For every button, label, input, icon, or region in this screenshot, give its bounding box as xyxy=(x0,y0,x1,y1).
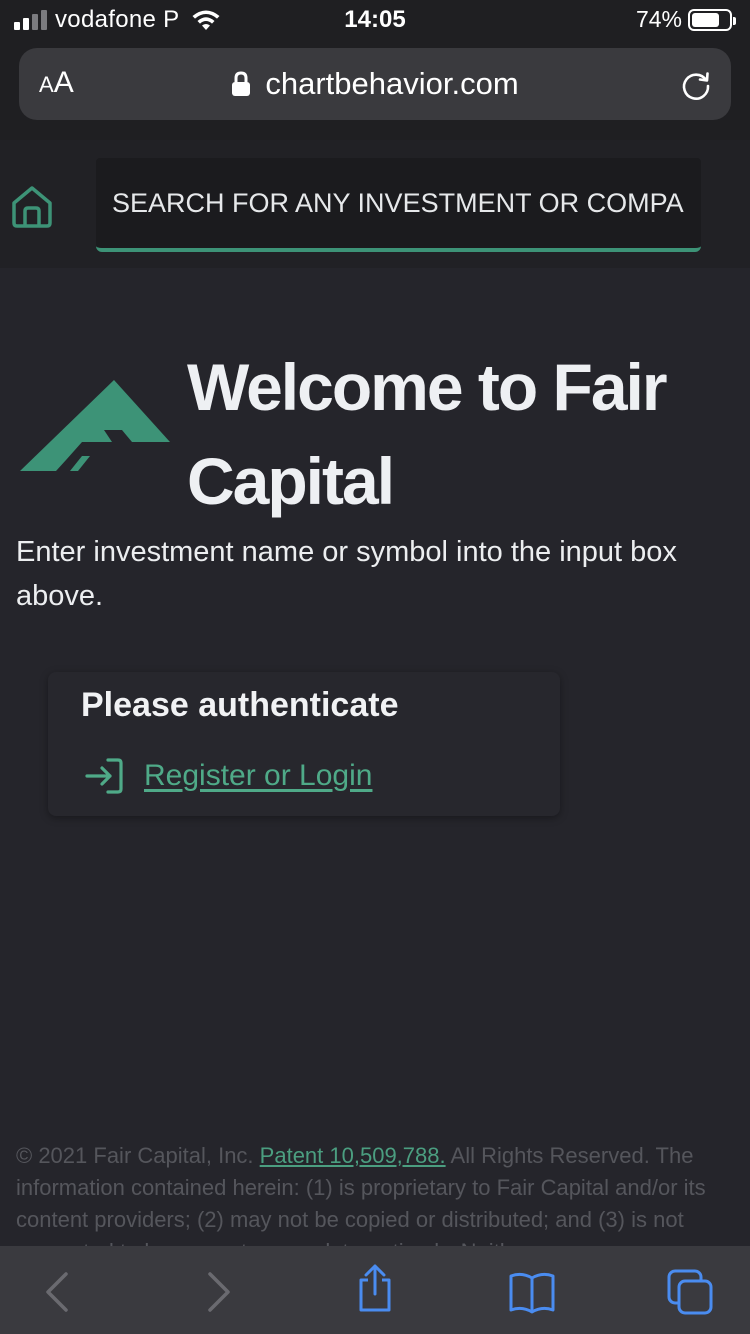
share-icon[interactable] xyxy=(351,1264,399,1312)
forward-icon[interactable] xyxy=(194,1268,242,1316)
browser-toolbar xyxy=(0,1246,750,1334)
browser-top-bar: A A chartbehavior.com xyxy=(0,40,750,140)
fair-capital-logo xyxy=(20,380,170,471)
register-login-link[interactable]: Register or Login xyxy=(84,756,372,796)
home-icon[interactable] xyxy=(10,184,54,228)
battery-level xyxy=(692,12,719,27)
url-display[interactable]: chartbehavior.com xyxy=(19,48,731,120)
status-bar: vodafone P 14:05 74% xyxy=(0,0,750,40)
site-header xyxy=(0,140,750,268)
search-box[interactable] xyxy=(96,158,701,252)
tabs-icon[interactable] xyxy=(666,1268,714,1316)
search-input[interactable] xyxy=(96,158,701,248)
footer-copyright: © 2021 Fair Capital, Inc. xyxy=(16,1143,254,1168)
address-bar[interactable]: A A chartbehavior.com xyxy=(19,48,731,120)
reload-icon[interactable] xyxy=(679,68,713,102)
intro-text: Enter investment name or symbol into the… xyxy=(16,536,677,612)
register-login-label: Register or Login xyxy=(144,759,373,792)
footer-rights: All Rights Reserved. xyxy=(450,1143,650,1168)
battery-percentage: 74% xyxy=(635,6,682,32)
lock-icon xyxy=(232,71,251,96)
bookmarks-icon[interactable] xyxy=(508,1268,556,1316)
login-icon xyxy=(85,758,123,794)
status-right: 74% xyxy=(635,6,736,33)
back-icon[interactable] xyxy=(34,1268,82,1316)
patent-link[interactable]: Patent 10,509,788. xyxy=(260,1143,446,1168)
url-text: chartbehavior.com xyxy=(265,66,519,101)
auth-card: Please authenticate Register or Login xyxy=(48,672,560,816)
battery-icon xyxy=(688,8,736,31)
auth-title: Please authenticate xyxy=(81,686,399,724)
page-title: Welcome to Fair Capital xyxy=(187,350,668,518)
